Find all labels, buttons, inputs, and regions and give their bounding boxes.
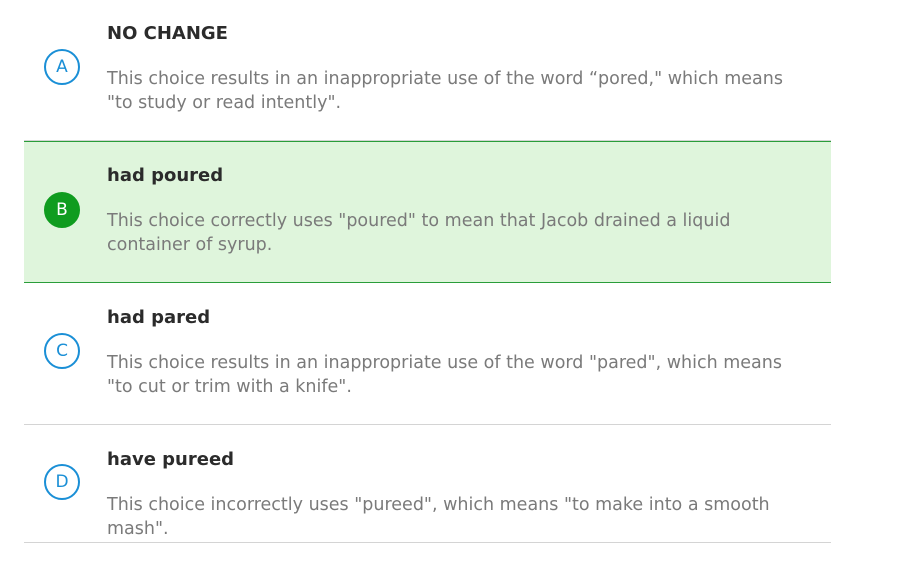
choice-b[interactable]: B had poured This choice correctly uses … [24,141,831,283]
choice-c-letter-badge[interactable]: C [44,333,80,369]
choice-d-answer-text: have pureed [107,449,235,470]
choice-a-answer-text: NO CHANGE [107,23,228,44]
answer-choice-list: A NO CHANGE This choice results in an in… [24,0,831,543]
choice-d-explanation: This choice incorrectly uses "pureed", w… [107,495,770,539]
choice-c-explanation: This choice results in an inappropriate … [107,353,782,397]
choice-a-explanation: This choice results in an inappropriate … [107,69,783,113]
choice-b-letter-badge[interactable]: B [44,192,80,228]
choice-c[interactable]: C had pared This choice results in an in… [24,283,831,425]
choice-b-answer-text: had poured [107,165,224,186]
choice-a-letter-badge[interactable]: A [44,49,80,85]
choice-a[interactable]: A NO CHANGE This choice results in an in… [24,0,831,141]
choice-d[interactable]: D have pureed This choice incorrectly us… [24,425,831,543]
choice-b-explanation: This choice correctly uses "poured" to m… [107,211,731,255]
choice-c-answer-text: had pared [107,307,211,328]
choice-d-letter-badge[interactable]: D [44,464,80,500]
